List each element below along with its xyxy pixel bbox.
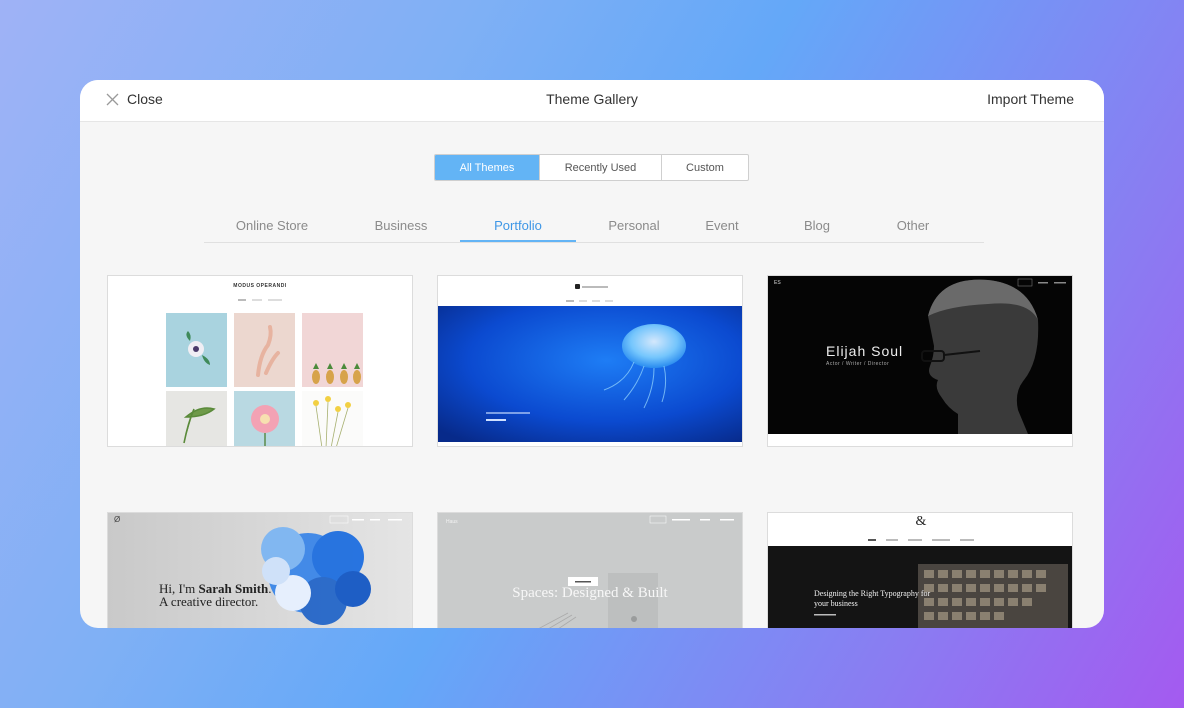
import-theme-button[interactable]: Import Theme bbox=[987, 91, 1074, 107]
active-tab-indicator bbox=[460, 240, 576, 242]
theme-nav bbox=[238, 299, 298, 302]
typesetting-hero bbox=[768, 546, 1072, 628]
theme-card-typography[interactable]: & Designing the Right Typography for you… bbox=[767, 512, 1073, 628]
theme-logo: & bbox=[915, 514, 927, 529]
theme-gallery-modal: Close Theme Gallery Import Theme All The… bbox=[80, 80, 1104, 628]
portrait-hero: ES bbox=[768, 276, 1072, 434]
theme-card-photography[interactable] bbox=[437, 275, 743, 447]
theme-card-sarah-smith[interactable]: Ø Hi, I'm Sarah Smith. A creative direct… bbox=[107, 512, 413, 628]
segment-recently-used[interactable]: Recently Used bbox=[539, 155, 661, 180]
theme-headline: Spaces: Designed & Built bbox=[512, 585, 668, 601]
theme-source-segmented-control: All Themes Recently Used Custom bbox=[434, 154, 749, 181]
svg-text:Haus: Haus bbox=[446, 519, 458, 525]
tab-other[interactable]: Other bbox=[863, 218, 963, 233]
theme-card-spaces[interactable]: Haus Spaces: Designed & Built bbox=[437, 512, 743, 628]
interior-hero: Haus bbox=[438, 513, 742, 628]
tab-event[interactable]: Event bbox=[672, 218, 772, 233]
tab-personal[interactable]: Personal bbox=[584, 218, 684, 233]
svg-text:Ø: Ø bbox=[114, 515, 120, 524]
theme-card-elijah-soul[interactable]: ES Elijah Soul Actor / Writer / Director bbox=[767, 275, 1073, 447]
photo-grid bbox=[166, 313, 363, 446]
category-tabs: Online Store Business Portfolio Personal… bbox=[204, 210, 984, 243]
ink-cloud-hero: Ø bbox=[108, 513, 412, 628]
theme-card-modus-operandi[interactable]: MODUS OPERANDI bbox=[107, 275, 413, 447]
jellyfish-hero bbox=[438, 306, 742, 442]
segment-all-themes[interactable]: All Themes bbox=[435, 155, 539, 180]
theme-headline: Designing the Right Typography for your … bbox=[814, 589, 931, 608]
modal-header: Close Theme Gallery Import Theme bbox=[80, 80, 1104, 122]
theme-name: Elijah Soul bbox=[826, 343, 904, 359]
theme-header: & bbox=[768, 513, 1072, 546]
theme-headline: Hi, I'm Sarah Smith. A creative director… bbox=[159, 581, 272, 609]
tab-portfolio[interactable]: Portfolio bbox=[468, 218, 568, 233]
segment-custom[interactable]: Custom bbox=[661, 155, 748, 180]
tab-online-store[interactable]: Online Store bbox=[212, 218, 332, 233]
modal-title: Theme Gallery bbox=[546, 91, 638, 107]
theme-brand: MODUS OPERANDI bbox=[233, 283, 287, 289]
svg-text:ES: ES bbox=[774, 280, 781, 286]
tab-blog[interactable]: Blog bbox=[767, 218, 867, 233]
theme-tagline: Actor / Writer / Director bbox=[826, 361, 890, 367]
theme-header bbox=[438, 276, 742, 306]
desktop-background: Close Theme Gallery Import Theme All The… bbox=[0, 0, 1184, 708]
tab-business[interactable]: Business bbox=[351, 218, 451, 233]
